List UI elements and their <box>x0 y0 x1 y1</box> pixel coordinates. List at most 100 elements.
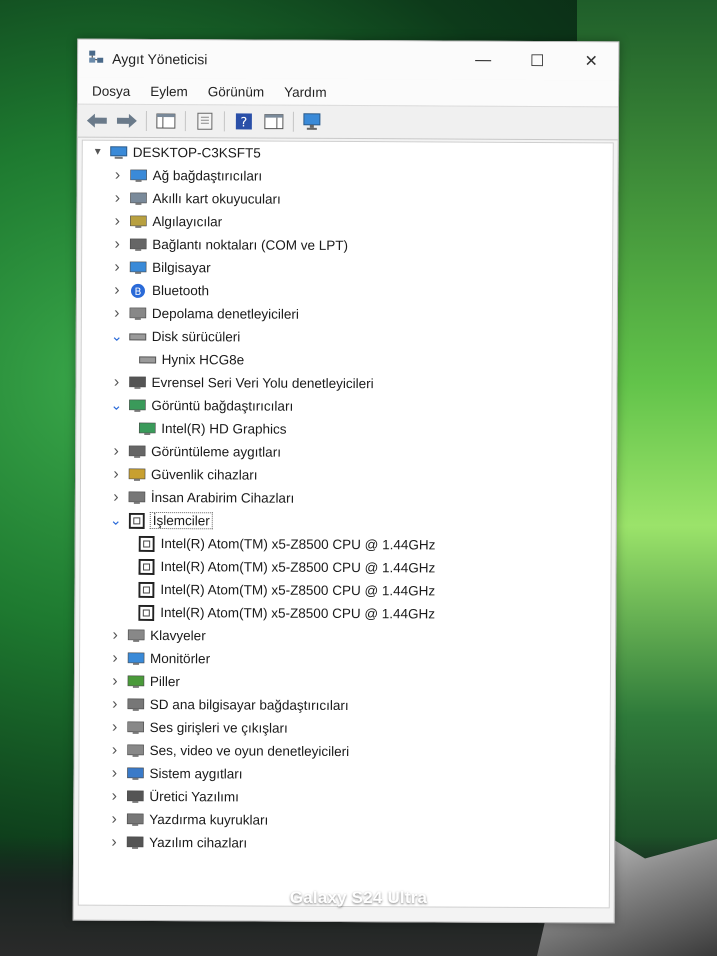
tree-category-item[interactable]: › Evrensel Seri Veri Yolu denetleyicileri <box>81 371 611 397</box>
chevron-down-icon[interactable]: ⌄ <box>109 397 123 413</box>
tree-category-item[interactable]: › B Bluetooth <box>82 279 612 305</box>
tree-item-label: Intel(R) Atom(TM) x5-Z8500 CPU @ 1.44GHz <box>160 605 436 622</box>
tree-category-item[interactable]: › Görüntüleme aygıtları <box>81 440 611 466</box>
chevron-right-icon[interactable]: › <box>109 488 123 505</box>
menu-dosya[interactable]: Dosya <box>82 83 140 98</box>
tree-device-item[interactable]: Intel(R) HD Graphics <box>81 417 611 443</box>
chevron-right-icon[interactable]: › <box>109 465 123 482</box>
tree-category-item[interactable]: › Bağlantı noktaları (COM ve LPT) <box>82 233 612 259</box>
toolbar: ? <box>77 103 618 141</box>
chevron-right-icon[interactable]: › <box>111 166 125 183</box>
tree-category-item[interactable]: › Güvenlik cihazları <box>81 463 611 489</box>
print-queue-icon <box>125 811 145 827</box>
chevron-right-icon[interactable]: › <box>108 649 122 666</box>
tree-category-item[interactable]: ⌄ İşlemciler <box>81 509 611 535</box>
chevron-down-icon[interactable]: ⌄ <box>109 512 123 528</box>
chevron-right-icon[interactable]: › <box>110 189 124 206</box>
tree-device-item[interactable]: Intel(R) Atom(TM) x5-Z8500 CPU @ 1.44GHz <box>80 555 610 581</box>
chevron-right-icon[interactable]: › <box>108 695 122 712</box>
tree-category-item[interactable]: › Ses, video ve oyun denetleyicileri <box>80 739 610 765</box>
chevron-right-icon[interactable]: › <box>109 373 123 390</box>
tree-item-label: Evrensel Seri Veri Yolu denetleyicileri <box>151 374 374 392</box>
action-pane-button[interactable] <box>262 111 286 133</box>
back-button[interactable] <box>85 110 109 132</box>
close-button[interactable]: ✕ <box>564 42 618 80</box>
scan-hardware-button[interactable] <box>301 111 325 133</box>
tree-category-item[interactable]: › Yazılım cihazları <box>79 831 609 857</box>
menu-yardim[interactable]: Yardım <box>274 84 337 99</box>
chevron-right-icon[interactable]: › <box>107 810 121 827</box>
tree-category-item[interactable]: › Klavyeler <box>80 624 610 650</box>
toolbar-separator <box>184 111 186 132</box>
device-manager-window: Aygıt Yöneticisi — ☐ ✕ Dosya Eylem Görün… <box>72 38 620 924</box>
tree-item-label: Intel(R) Atom(TM) x5-Z8500 CPU @ 1.44GHz <box>160 582 436 599</box>
tree-item-label: Yazdırma kuyrukları <box>149 811 269 828</box>
tree-category-item[interactable]: › Piller <box>80 670 610 696</box>
tree-category-item[interactable]: › Monitörler <box>80 647 610 673</box>
tree-item-label: Yazılım cihazları <box>149 834 248 851</box>
chevron-right-icon[interactable]: › <box>110 304 124 321</box>
processor-icon <box>137 535 157 552</box>
tree-item-label: Algılayıcılar <box>152 213 223 230</box>
tree-category-item[interactable]: › Algılayıcılar <box>82 210 612 236</box>
forward-button[interactable] <box>115 110 139 132</box>
chevron-right-icon[interactable]: › <box>108 718 122 735</box>
chevron-down-icon[interactable]: ⌄ <box>110 328 124 344</box>
tree-category-item[interactable]: › Ses girişleri ve çıkışları <box>80 716 610 742</box>
tree-category-item[interactable]: › Yazdırma kuyrukları <box>79 808 609 834</box>
tree-device-item[interactable]: Intel(R) Atom(TM) x5-Z8500 CPU @ 1.44GHz <box>80 578 610 604</box>
chevron-down-icon[interactable]: ▼ <box>91 145 105 159</box>
chevron-right-icon[interactable]: › <box>107 787 121 804</box>
chevron-right-icon[interactable]: › <box>110 212 124 229</box>
tree-item-label: Bağlantı noktaları (COM ve LPT) <box>152 236 349 254</box>
tree-category-item[interactable]: › Akıllı kart okuyucuları <box>82 187 612 213</box>
title-bar[interactable]: Aygıt Yöneticisi — ☐ ✕ <box>78 39 619 81</box>
chevron-right-icon[interactable]: › <box>110 258 124 275</box>
chevron-right-icon[interactable]: › <box>107 833 121 850</box>
show-hide-console-tree-button[interactable] <box>154 110 178 132</box>
chevron-right-icon[interactable]: › <box>108 626 122 643</box>
tree-category-item[interactable]: › Depolama denetleyicileri <box>82 302 612 328</box>
tree-category-item[interactable]: › Üretici Yazılımı <box>79 785 609 811</box>
chevron-right-icon[interactable]: › <box>108 672 122 689</box>
tree-item-label: Akıllı kart okuyucuları <box>152 190 281 207</box>
tree-category-item[interactable]: › Sistem aygıtları <box>79 762 609 788</box>
sound-controller-icon <box>126 742 146 758</box>
tree-device-item[interactable]: Intel(R) Atom(TM) x5-Z8500 CPU @ 1.44GHz <box>80 601 610 627</box>
minimize-button[interactable]: — <box>456 42 510 80</box>
chevron-right-icon[interactable]: › <box>110 281 124 298</box>
toolbar-separator <box>145 110 147 131</box>
tree-item-label: Klavyeler <box>150 627 206 644</box>
tree-device-item[interactable]: Intel(R) Atom(TM) x5-Z8500 CPU @ 1.44GHz <box>81 532 611 558</box>
battery-icon <box>126 673 146 689</box>
maximize-button[interactable]: ☐ <box>510 42 564 80</box>
menu-eylem[interactable]: Eylem <box>140 83 198 98</box>
menu-gorunum[interactable]: Görünüm <box>198 84 274 99</box>
tree-category-item[interactable]: › Bilgisayar <box>82 256 612 282</box>
chevron-right-icon[interactable]: › <box>107 764 121 781</box>
storage-controller-icon <box>128 305 148 321</box>
computer-icon <box>109 144 129 160</box>
tree-root[interactable]: ▼ DESKTOP-C3KSFT5 <box>83 141 613 167</box>
tree-category-item[interactable]: › İnsan Arabirim Cihazları <box>81 486 611 512</box>
tree-category-item[interactable]: ⌄ Disk sürücüleri <box>82 325 612 351</box>
tree-category-item[interactable]: ⌄ Görüntü bağdaştırıcıları <box>81 394 611 420</box>
tree-item-label: Bluetooth <box>151 282 210 299</box>
menu-bar: Dosya Eylem Görünüm Yardım <box>77 77 619 107</box>
tree-category-item[interactable]: › Ağ bağdaştırıcıları <box>83 164 613 190</box>
device-tree[interactable]: ▼ DESKTOP-C3KSFT5 › Ağ bağdaştırıcıları › A… <box>77 139 614 909</box>
disk-drive-icon <box>138 351 158 367</box>
chevron-right-icon[interactable]: › <box>108 741 122 758</box>
port-icon <box>128 236 148 252</box>
tree-category-item[interactable]: › SD ana bilgisayar bağdaştırıcıları <box>80 693 610 719</box>
tree-item-label: Piller <box>149 673 181 690</box>
tree-item-label: Görüntü bağdaştırıcıları <box>151 397 294 414</box>
chevron-right-icon[interactable]: › <box>110 235 124 252</box>
tree-device-item[interactable]: Hynix HCG8e <box>82 348 612 374</box>
tree-item-label: Monitörler <box>150 650 211 667</box>
help-button[interactable]: ? <box>232 110 256 132</box>
tree-item-label: Intel(R) Atom(TM) x5-Z8500 CPU @ 1.44GHz <box>160 536 436 553</box>
chevron-right-icon[interactable]: › <box>109 442 123 459</box>
properties-button[interactable] <box>193 110 217 132</box>
forward-arrow-icon <box>116 113 137 128</box>
